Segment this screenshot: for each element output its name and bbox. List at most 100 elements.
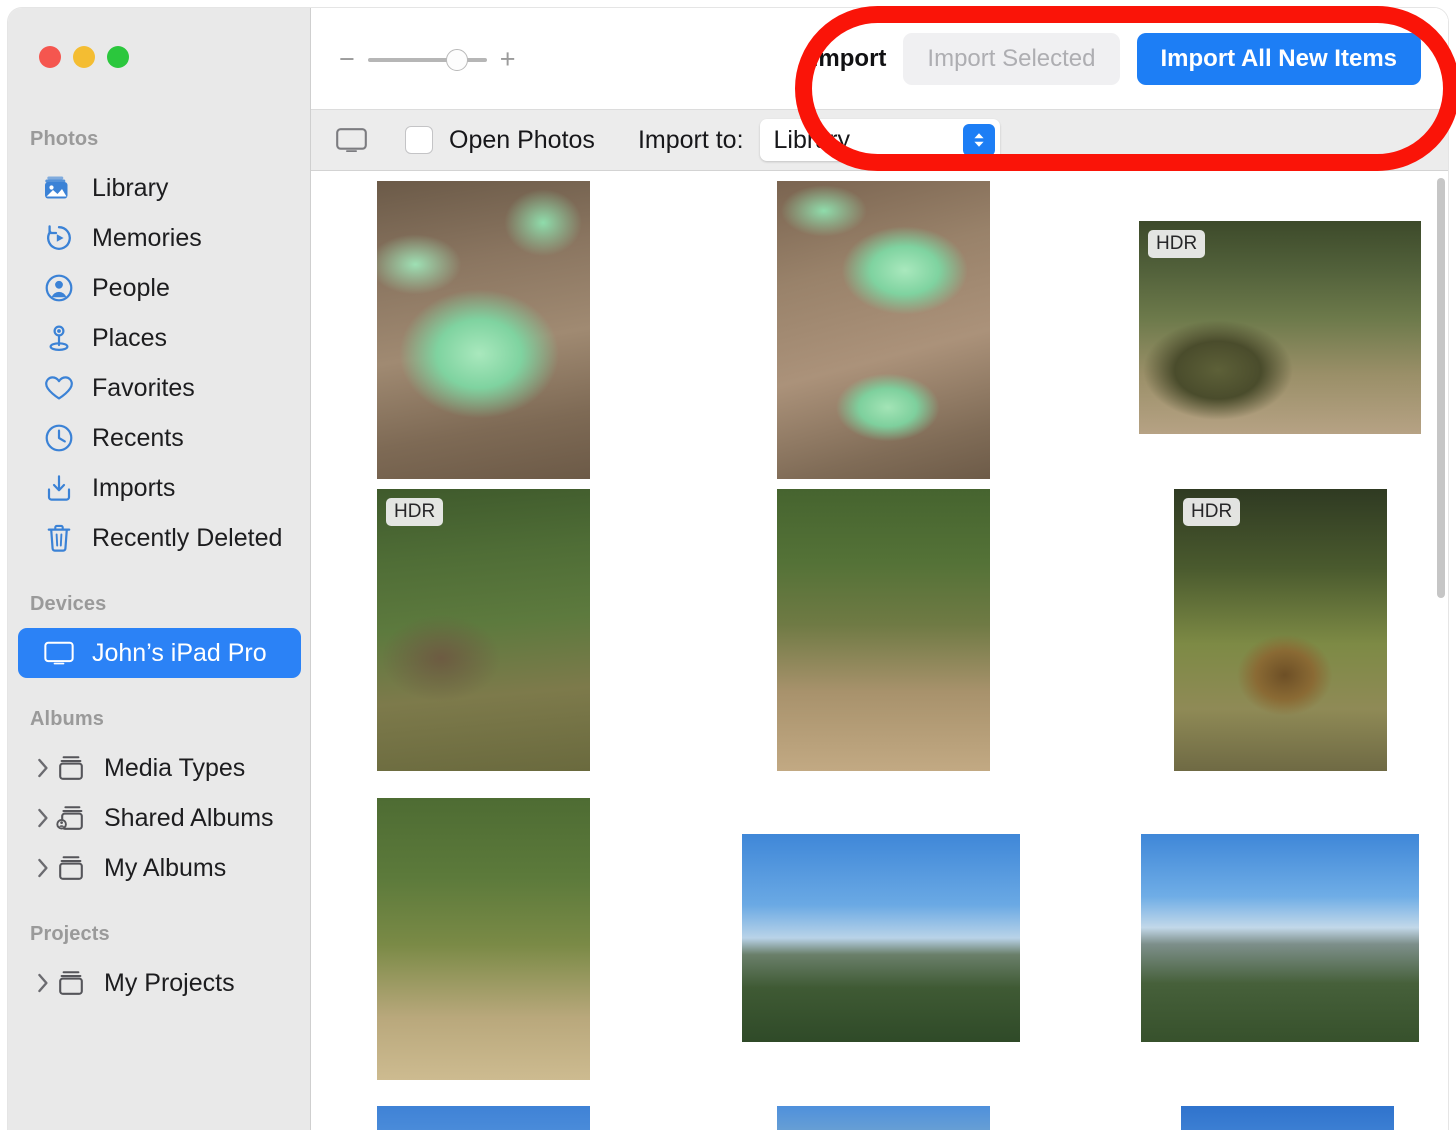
places-icon xyxy=(44,323,74,353)
sidebar-item-people[interactable]: People xyxy=(18,263,301,313)
import-label: Import xyxy=(812,45,887,73)
photo-thumbnail[interactable] xyxy=(742,834,1020,1042)
trash-icon xyxy=(44,523,74,553)
sidebar-section-header: Albums xyxy=(8,708,311,731)
zoom-control: − + xyxy=(339,46,516,73)
import-tray-icon xyxy=(44,473,74,503)
import-controls: Import Import Selected Import All New It… xyxy=(812,33,1421,85)
photo-thumbnail[interactable]: HDR xyxy=(1174,489,1387,771)
sidebar-sections: Photos Library Memories People Places Fa… xyxy=(8,128,311,1008)
sidebar-item-label: Recently Deleted xyxy=(92,524,282,553)
sidebar-item-favorites[interactable]: Favorites xyxy=(18,363,301,413)
toolbar: − + Import Import Selected Import All Ne… xyxy=(311,8,1448,109)
album-icon xyxy=(56,753,86,783)
photo-thumbnail[interactable] xyxy=(377,798,590,1080)
import-to-value: Library xyxy=(774,126,850,155)
photo-image xyxy=(1174,489,1387,771)
photo-thumbnail[interactable] xyxy=(777,1106,990,1130)
sidebar-item-label: Media Types xyxy=(104,754,245,783)
sidebar-item-imports[interactable]: Imports xyxy=(18,463,301,513)
photo-image xyxy=(777,489,990,771)
chevron-right-icon[interactable] xyxy=(32,972,54,994)
hdr-badge: HDR xyxy=(1183,498,1240,526)
chevron-right-icon[interactable] xyxy=(32,757,54,779)
photo-thumbnail[interactable] xyxy=(1181,1106,1394,1130)
display-icon[interactable] xyxy=(336,128,367,153)
photo-image xyxy=(377,489,590,771)
sidebar-item-label: My Albums xyxy=(104,854,226,883)
sidebar-item-shared-albums[interactable]: Shared Albums xyxy=(18,793,301,843)
hdr-badge: HDR xyxy=(1148,230,1205,258)
sidebar-item-label: Favorites xyxy=(92,374,195,403)
photo-thumbnail[interactable] xyxy=(777,489,990,771)
photos-window: Photos Library Memories People Places Fa… xyxy=(8,8,1448,1130)
sidebar-item-label: People xyxy=(92,274,170,303)
open-photos-label: Open Photos xyxy=(449,126,595,155)
maximize-button[interactable] xyxy=(107,46,129,68)
sidebar-item-my-albums[interactable]: My Albums xyxy=(18,843,301,893)
album-icon xyxy=(56,853,86,883)
sidebar-item-recently-deleted[interactable]: Recently Deleted xyxy=(18,513,301,563)
photo-image xyxy=(1181,1106,1394,1130)
sidebar-item-library[interactable]: Library xyxy=(18,163,301,213)
chevron-right-icon[interactable] xyxy=(32,807,54,829)
album-icon xyxy=(56,968,86,998)
sidebar-section-header: Photos xyxy=(8,128,311,151)
sidebar-item-media-types[interactable]: Media Types xyxy=(18,743,301,793)
sidebar-item-label: Shared Albums xyxy=(104,804,274,833)
import-options-bar: Open Photos Import to: Library xyxy=(311,109,1448,171)
library-icon xyxy=(44,173,74,203)
sidebar-item-label: John’s iPad Pro xyxy=(92,639,267,668)
zoom-slider-thumb[interactable] xyxy=(446,49,468,71)
photo-thumbnail[interactable]: HDR xyxy=(377,489,590,771)
sidebar-section-header: Devices xyxy=(8,593,311,616)
window-controls xyxy=(39,46,129,68)
sidebar-item-label: Recents xyxy=(92,424,184,453)
sidebar-item-label: My Projects xyxy=(104,969,235,998)
vertical-scrollbar[interactable] xyxy=(1437,178,1445,598)
sidebar-item-my-projects[interactable]: My Projects xyxy=(18,958,301,1008)
photo-image xyxy=(1141,834,1419,1042)
import-to-dropdown[interactable]: Library xyxy=(760,119,1000,161)
chevron-updown-icon[interactable] xyxy=(963,124,995,156)
import-all-new-items-button[interactable]: Import All New Items xyxy=(1137,33,1421,85)
sidebar: Photos Library Memories People Places Fa… xyxy=(8,8,311,1130)
photo-image xyxy=(377,798,590,1080)
ipad-icon xyxy=(44,638,74,668)
heart-icon xyxy=(44,373,74,403)
photo-image xyxy=(742,834,1020,1042)
people-icon xyxy=(44,273,74,303)
zoom-out-icon[interactable]: − xyxy=(339,46,355,73)
photo-thumbnail[interactable] xyxy=(777,181,990,479)
photo-image xyxy=(377,1106,590,1130)
photo-thumbnail[interactable]: HDR xyxy=(1139,221,1421,434)
open-photos-checkbox[interactable] xyxy=(405,126,433,154)
photo-thumbnail[interactable] xyxy=(377,181,590,479)
photo-grid[interactable]: HDR HDR HDR xyxy=(311,171,1448,1130)
photo-thumbnail[interactable] xyxy=(1141,834,1419,1042)
zoom-slider[interactable] xyxy=(368,49,487,71)
sidebar-item-places[interactable]: Places xyxy=(18,313,301,363)
hdr-badge: HDR xyxy=(386,498,443,526)
sidebar-item-john-s-ipad-pro[interactable]: John’s iPad Pro xyxy=(18,628,301,678)
memories-icon xyxy=(44,223,74,253)
sidebar-item-label: Memories xyxy=(92,224,202,253)
clock-icon xyxy=(44,423,74,453)
zoom-slider-track xyxy=(368,58,487,62)
sidebar-item-memories[interactable]: Memories xyxy=(18,213,301,263)
import-selected-button[interactable]: Import Selected xyxy=(903,33,1119,85)
sidebar-item-label: Imports xyxy=(92,474,175,503)
import-to-label: Import to: xyxy=(638,126,744,155)
close-button[interactable] xyxy=(39,46,61,68)
sidebar-section-header: Projects xyxy=(8,923,311,946)
chevron-right-icon[interactable] xyxy=(32,857,54,879)
minimize-button[interactable] xyxy=(73,46,95,68)
photo-image xyxy=(777,181,990,479)
shared-album-icon xyxy=(56,803,86,833)
photo-image xyxy=(777,1106,990,1130)
sidebar-item-recents[interactable]: Recents xyxy=(18,413,301,463)
main-pane: − + Import Import Selected Import All Ne… xyxy=(311,8,1448,1130)
photo-thumbnail[interactable] xyxy=(377,1106,590,1130)
photo-image xyxy=(377,181,590,479)
zoom-in-icon[interactable]: + xyxy=(500,46,516,73)
